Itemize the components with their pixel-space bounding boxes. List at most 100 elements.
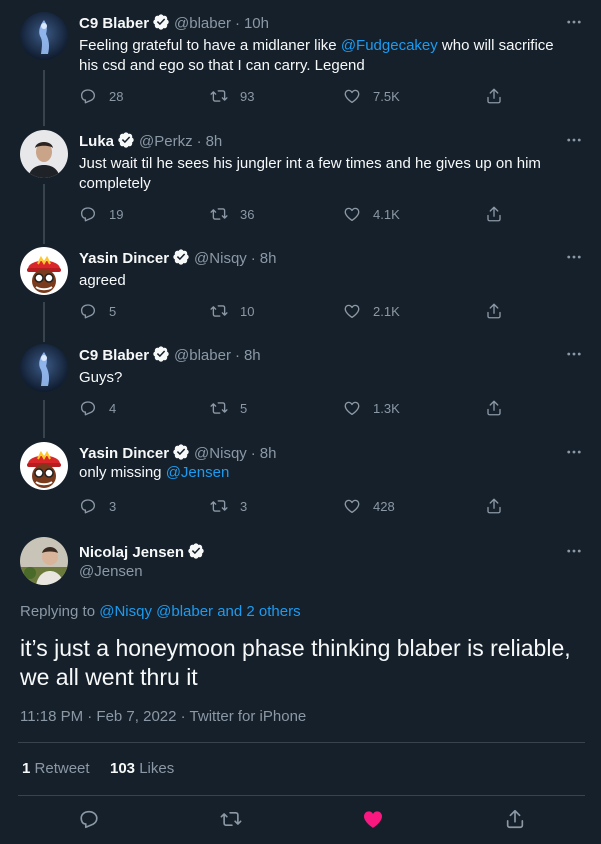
like-icon bbox=[343, 497, 361, 515]
author-name[interactable]: Yasin Dincer bbox=[79, 445, 169, 462]
tweet-text: Guys? bbox=[79, 369, 123, 386]
tweet[interactable]: Yasin Dincer @Nisqy · 8h only missing @Jens… bbox=[0, 430, 601, 530]
verified-badge-icon bbox=[172, 443, 190, 461]
timestamp[interactable]: 8h bbox=[206, 133, 223, 150]
reply-icon bbox=[79, 497, 97, 515]
replying-to-link[interactable]: @Nisqy @blaber and 2 others bbox=[99, 603, 300, 620]
avatar[interactable] bbox=[20, 344, 68, 392]
author-name[interactable]: C9 Blaber bbox=[79, 15, 149, 32]
tweet[interactable]: Yasin Dincer @Nisqy · 8h agreed 5 10 2.1K bbox=[0, 235, 601, 335]
avatar[interactable] bbox=[20, 442, 68, 490]
retweet-icon bbox=[210, 497, 228, 515]
author-name[interactable]: Luka bbox=[79, 133, 114, 150]
reply-button[interactable]: 28 bbox=[79, 87, 123, 105]
reply-icon bbox=[79, 205, 97, 223]
retweet-icon bbox=[210, 399, 228, 417]
like-button[interactable]: 428 bbox=[343, 497, 395, 515]
retweet-button[interactable]: 5 bbox=[210, 399, 247, 417]
verified-badge-icon bbox=[152, 13, 170, 31]
mention-link[interactable]: @Fudgecakey bbox=[341, 37, 438, 54]
reply-icon bbox=[79, 87, 97, 105]
author-name[interactable]: Nicolaj Jensen bbox=[79, 544, 184, 561]
reply-count: 4 bbox=[109, 400, 117, 416]
avatar[interactable] bbox=[20, 537, 68, 585]
retweet-button[interactable]: 93 bbox=[210, 87, 254, 105]
reply-count: 28 bbox=[109, 88, 124, 104]
separator: · bbox=[234, 15, 240, 32]
share-icon bbox=[485, 399, 503, 417]
tweet[interactable]: C9 Blaber @blaber · 8h Guys? 4 5 1.3K bbox=[0, 332, 601, 432]
retweet-button[interactable]: 10 bbox=[210, 302, 254, 320]
share-icon bbox=[485, 497, 503, 515]
like-button[interactable]: 7.5K bbox=[343, 87, 400, 105]
tweet-text: Just wait til he sees his jungler int a … bbox=[79, 155, 541, 192]
like-count: 4.1K bbox=[373, 206, 400, 222]
share-button[interactable] bbox=[485, 497, 503, 515]
author-handle[interactable]: @Nisqy bbox=[194, 445, 247, 462]
more-icon[interactable] bbox=[565, 248, 583, 266]
share-button[interactable] bbox=[485, 302, 503, 320]
like-button[interactable]: 4.1K bbox=[343, 205, 400, 223]
retweet-button[interactable]: 3 bbox=[210, 497, 247, 515]
separator: · bbox=[196, 133, 202, 150]
mention-link[interactable]: @Jensen bbox=[166, 464, 230, 481]
author-handle[interactable]: @Jensen bbox=[79, 563, 143, 580]
divider bbox=[18, 742, 585, 743]
tweet-text-part: only missing bbox=[79, 464, 166, 481]
reply-button[interactable]: 4 bbox=[79, 399, 116, 417]
timestamp[interactable]: 8h bbox=[244, 347, 261, 364]
like-count: 428 bbox=[373, 498, 395, 514]
tweet[interactable]: Luka @Perkz · 8h Just wait til he sees his … bbox=[0, 118, 601, 238]
tweet-meta[interactable]: 11:18 PM · Feb 7, 2022 · Twitter for iPh… bbox=[20, 708, 306, 725]
avatar[interactable] bbox=[20, 12, 68, 60]
retweet-stat[interactable]: 1 Retweet bbox=[22, 760, 90, 777]
verified-badge-icon bbox=[172, 248, 190, 266]
author-handle[interactable]: @Perkz bbox=[139, 133, 193, 150]
main-actions bbox=[0, 808, 601, 832]
tweet[interactable]: C9 Blaber @blaber · 10h Feeling grateful to… bbox=[0, 0, 601, 120]
author-name[interactable]: Yasin Dincer bbox=[79, 250, 169, 267]
like-stat[interactable]: 103 Likes bbox=[110, 760, 174, 777]
share-button[interactable] bbox=[485, 205, 503, 223]
author-handle[interactable]: @blaber bbox=[174, 15, 231, 32]
timestamp[interactable]: 8h bbox=[260, 445, 277, 462]
reply-button[interactable]: 5 bbox=[79, 302, 116, 320]
like-button[interactable]: 2.1K bbox=[343, 302, 400, 320]
tweet-text: agreed bbox=[79, 272, 126, 289]
retweet-count: 36 bbox=[240, 206, 255, 222]
retweet-count: 5 bbox=[240, 400, 248, 416]
more-icon[interactable] bbox=[565, 542, 583, 560]
more-icon[interactable] bbox=[565, 443, 583, 461]
author-handle[interactable]: @blaber bbox=[174, 347, 231, 364]
retweet-stat-count: 1 bbox=[22, 760, 31, 777]
more-icon[interactable] bbox=[565, 13, 583, 31]
author-handle[interactable]: @Nisqy bbox=[194, 250, 247, 267]
avatar[interactable] bbox=[20, 130, 68, 178]
share-button[interactable] bbox=[485, 399, 503, 417]
retweet-button[interactable]: 36 bbox=[210, 205, 254, 223]
avatar[interactable] bbox=[20, 247, 68, 295]
engagement-stats: 1 Retweet 103 Likes bbox=[22, 760, 174, 778]
verified-badge-icon bbox=[152, 345, 170, 363]
reply-icon bbox=[79, 302, 97, 320]
reply-count: 3 bbox=[109, 498, 117, 514]
share-icon bbox=[485, 302, 503, 320]
more-icon[interactable] bbox=[565, 345, 583, 363]
author-name[interactable]: C9 Blaber bbox=[79, 347, 149, 364]
like-icon[interactable] bbox=[362, 808, 384, 830]
timestamp[interactable]: 8h bbox=[260, 250, 277, 267]
more-icon[interactable] bbox=[565, 131, 583, 149]
share-icon[interactable] bbox=[504, 808, 526, 830]
tweet-text-part: Feeling grateful to have a midlaner like bbox=[79, 37, 341, 54]
verified-badge-icon bbox=[187, 542, 205, 560]
like-icon bbox=[343, 87, 361, 105]
reply-icon[interactable] bbox=[78, 808, 100, 830]
main-tweet-text: it’s just a honeymoon phase thinking bla… bbox=[20, 635, 571, 690]
retweet-icon[interactable] bbox=[220, 808, 242, 830]
share-button[interactable] bbox=[485, 87, 503, 105]
like-button[interactable]: 1.3K bbox=[343, 399, 400, 417]
tweet-text: only missing @Jensen bbox=[79, 463, 561, 483]
timestamp[interactable]: 10h bbox=[244, 15, 269, 32]
reply-button[interactable]: 19 bbox=[79, 205, 123, 223]
reply-button[interactable]: 3 bbox=[79, 497, 116, 515]
